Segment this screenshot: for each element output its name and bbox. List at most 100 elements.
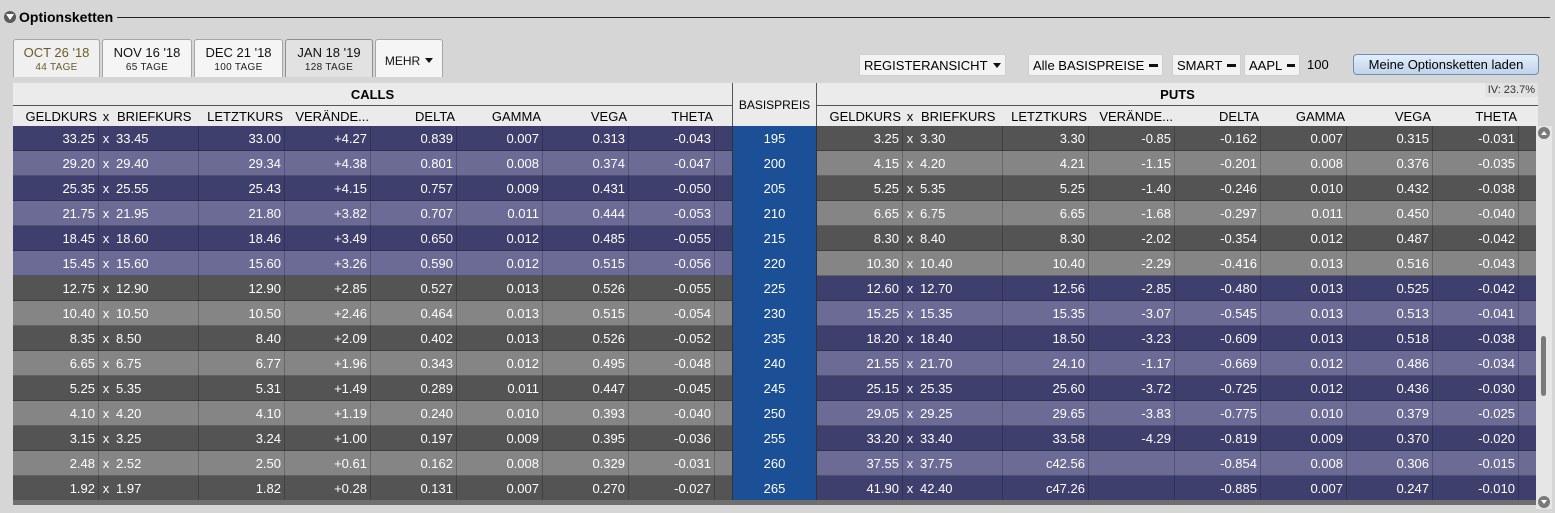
- call-bid-cell[interactable]: 3.15: [13, 426, 99, 451]
- put-ask-cell[interactable]: 37.75: [917, 451, 1003, 476]
- table-row[interactable]: 8.35 x 8.50 8.40 +2.09 0.402 0.013 0.526 -0.052 1…: [13, 326, 1538, 351]
- exchange-dropdown[interactable]: SMART: [1172, 54, 1241, 76]
- call-last-cell[interactable]: 6.77: [199, 351, 285, 376]
- put-theta-cell[interactable]: -0.020: [1433, 426, 1519, 451]
- put-gamma-cell[interactable]: 0.012: [1261, 226, 1347, 251]
- put-gamma-cell[interactable]: 0.011: [1261, 201, 1347, 226]
- table-row[interactable]: 1.92 x 1.97 1.82 +0.28 0.131 0.007 0.270 -0.027 4…: [13, 476, 1538, 500]
- call-delta-cell[interactable]: 0.402: [371, 326, 457, 351]
- put-vega-cell[interactable]: 0.487: [1347, 226, 1433, 251]
- put-change-cell[interactable]: -3.23: [1089, 326, 1175, 351]
- call-gamma-cell[interactable]: 0.010: [457, 401, 543, 426]
- put-last-cell[interactable]: 6.65: [1003, 201, 1089, 226]
- put-change-cell[interactable]: -3.07: [1089, 301, 1175, 326]
- call-ask-cell[interactable]: 15.60: [113, 251, 199, 276]
- call-change-cell[interactable]: +2.09: [285, 326, 371, 351]
- strike-cell[interactable]: 200: [732, 151, 817, 176]
- call-gamma-cell[interactable]: 0.011: [457, 201, 543, 226]
- calls-theta-header[interactable]: THETA: [629, 107, 715, 126]
- put-gamma-cell[interactable]: 0.013: [1261, 251, 1347, 276]
- put-vega-cell[interactable]: 0.516: [1347, 251, 1433, 276]
- call-ask-cell[interactable]: 8.50: [113, 326, 199, 351]
- strikes-dropdown[interactable]: Alle BASISPREISE: [1028, 54, 1163, 76]
- call-gamma-cell[interactable]: 0.012: [457, 251, 543, 276]
- put-last-cell[interactable]: 4.21: [1003, 151, 1089, 176]
- call-ask-cell[interactable]: 12.90: [113, 276, 199, 301]
- call-gamma-cell[interactable]: 0.011: [457, 376, 543, 401]
- put-delta-cell[interactable]: -0.609: [1175, 326, 1261, 351]
- calls-vega-header[interactable]: VEGA: [543, 107, 629, 126]
- put-last-cell[interactable]: 24.10: [1003, 351, 1089, 376]
- tab-more[interactable]: MEHR: [375, 39, 443, 77]
- call-delta-cell[interactable]: 0.590: [371, 251, 457, 276]
- put-theta-cell[interactable]: -0.043: [1433, 251, 1519, 276]
- put-gamma-cell[interactable]: 0.008: [1261, 151, 1347, 176]
- put-gamma-cell[interactable]: 0.013: [1261, 301, 1347, 326]
- strike-cell[interactable]: 230: [732, 301, 817, 326]
- call-bid-cell[interactable]: 25.35: [13, 176, 99, 201]
- puts-vega-header[interactable]: VEGA: [1347, 107, 1433, 126]
- view-mode-dropdown[interactable]: REGISTERANSICHT: [859, 54, 1006, 76]
- put-ask-cell[interactable]: 33.40: [917, 426, 1003, 451]
- strike-cell[interactable]: 220: [732, 251, 817, 276]
- puts-change-header[interactable]: VERÄNDE...: [1089, 107, 1175, 126]
- table-row[interactable]: 21.75 x 21.95 21.80 +3.82 0.707 0.011 0.444 -0.0…: [13, 201, 1538, 226]
- put-change-cell[interactable]: -1.68: [1089, 201, 1175, 226]
- put-gamma-cell[interactable]: 0.013: [1261, 326, 1347, 351]
- call-theta-cell[interactable]: -0.036: [629, 426, 715, 451]
- put-theta-cell[interactable]: -0.015: [1433, 451, 1519, 476]
- call-delta-cell[interactable]: 0.162: [371, 451, 457, 476]
- call-theta-cell[interactable]: -0.031: [629, 451, 715, 476]
- call-theta-cell[interactable]: -0.048: [629, 351, 715, 376]
- call-change-cell[interactable]: +2.46: [285, 301, 371, 326]
- call-theta-cell[interactable]: -0.054: [629, 301, 715, 326]
- call-ask-cell[interactable]: 2.52: [113, 451, 199, 476]
- call-gamma-cell[interactable]: 0.009: [457, 176, 543, 201]
- calls-ask-header[interactable]: BRIEFKURS: [113, 107, 199, 126]
- call-bid-cell[interactable]: 5.25: [13, 376, 99, 401]
- put-gamma-cell[interactable]: 0.007: [1261, 476, 1347, 500]
- call-vega-cell[interactable]: 0.313: [543, 126, 629, 151]
- call-ask-cell[interactable]: 18.60: [113, 226, 199, 251]
- tab-expiry-jan18[interactable]: JAN 18 '19 128 TAGE: [285, 39, 373, 77]
- put-delta-cell[interactable]: -0.669: [1175, 351, 1261, 376]
- put-ask-cell[interactable]: 15.35: [917, 301, 1003, 326]
- put-ask-cell[interactable]: 8.40: [917, 226, 1003, 251]
- put-ask-cell[interactable]: 4.20: [917, 151, 1003, 176]
- puts-theta-header[interactable]: THETA: [1433, 107, 1519, 126]
- put-vega-cell[interactable]: 0.379: [1347, 401, 1433, 426]
- put-vega-cell[interactable]: 0.432: [1347, 176, 1433, 201]
- put-change-cell[interactable]: [1089, 451, 1175, 476]
- put-gamma-cell[interactable]: 0.012: [1261, 376, 1347, 401]
- call-vega-cell[interactable]: 0.526: [543, 326, 629, 351]
- call-last-cell[interactable]: 33.00: [199, 126, 285, 151]
- call-theta-cell[interactable]: -0.045: [629, 376, 715, 401]
- put-bid-cell[interactable]: 8.30: [817, 226, 903, 251]
- table-row[interactable]: 15.45 x 15.60 15.60 +3.26 0.590 0.012 0.515 -0.0…: [13, 251, 1538, 276]
- put-gamma-cell[interactable]: 0.010: [1261, 401, 1347, 426]
- call-ask-cell[interactable]: 33.45: [113, 126, 199, 151]
- strike-cell[interactable]: 235: [732, 326, 817, 351]
- strike-cell[interactable]: 205: [732, 176, 817, 201]
- call-vega-cell[interactable]: 0.329: [543, 451, 629, 476]
- put-last-cell[interactable]: 33.58: [1003, 426, 1089, 451]
- call-bid-cell[interactable]: 10.40: [13, 301, 99, 326]
- strike-cell[interactable]: 225: [732, 276, 817, 301]
- call-gamma-cell[interactable]: 0.013: [457, 301, 543, 326]
- put-bid-cell[interactable]: 10.30: [817, 251, 903, 276]
- call-bid-cell[interactable]: 12.75: [13, 276, 99, 301]
- put-last-cell[interactable]: 29.65: [1003, 401, 1089, 426]
- call-change-cell[interactable]: +0.61: [285, 451, 371, 476]
- call-ask-cell[interactable]: 10.50: [113, 301, 199, 326]
- table-row[interactable]: 18.45 x 18.60 18.46 +3.49 0.650 0.012 0.485 -0.0…: [13, 226, 1538, 251]
- call-change-cell[interactable]: +1.19: [285, 401, 371, 426]
- put-gamma-cell[interactable]: 0.009: [1261, 426, 1347, 451]
- call-delta-cell[interactable]: 0.839: [371, 126, 457, 151]
- call-change-cell[interactable]: +1.96: [285, 351, 371, 376]
- call-gamma-cell[interactable]: 0.008: [457, 151, 543, 176]
- put-bid-cell[interactable]: 12.60: [817, 276, 903, 301]
- put-ask-cell[interactable]: 5.35: [917, 176, 1003, 201]
- table-row[interactable]: 29.20 x 29.40 29.34 +4.38 0.801 0.008 0.374 -0.0…: [13, 151, 1538, 176]
- put-vega-cell[interactable]: 0.513: [1347, 301, 1433, 326]
- call-delta-cell[interactable]: 0.240: [371, 401, 457, 426]
